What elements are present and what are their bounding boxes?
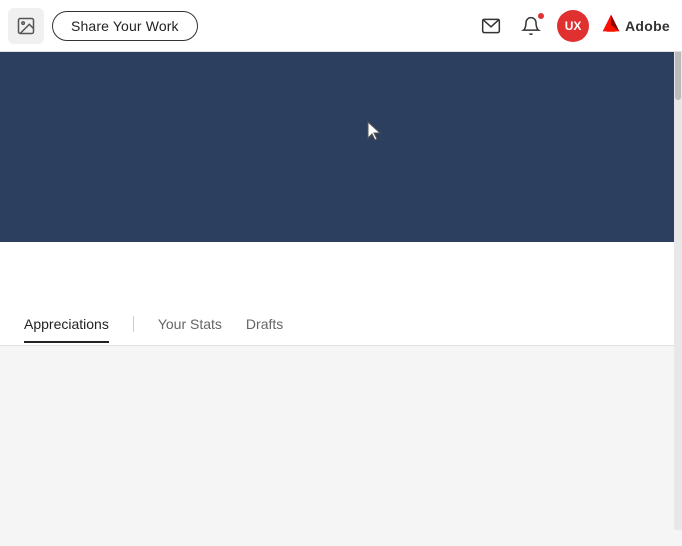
avatar[interactable]: UX [557,10,589,42]
tabs-container: Appreciations Your Stats Drafts [0,302,682,346]
app-header: Share Your Work UX [0,0,682,52]
adobe-logo[interactable]: Adobe [601,13,670,38]
header-left: Share Your Work [8,8,198,44]
header-right: UX Adobe [477,10,670,42]
adobe-svg-icon [601,13,621,33]
tab-drafts[interactable]: Drafts [246,306,283,342]
tab-appreciations[interactable]: Appreciations [24,306,109,342]
mail-button[interactable] [477,12,505,40]
hero-banner [0,52,682,242]
adobe-label: Adobe [625,18,670,34]
image-icon [16,16,36,36]
tab-your-stats[interactable]: Your Stats [158,306,222,342]
mail-icon [481,16,501,36]
image-icon-button[interactable] [8,8,44,44]
profile-info-area [0,242,682,302]
notification-wrapper [517,12,545,40]
avatar-initials: UX [565,19,582,33]
notification-badge [537,12,545,20]
content-area: Appreciations Your Stats Drafts [0,242,682,546]
tab-separator [133,316,134,332]
adobe-icon [601,13,621,38]
share-work-button[interactable]: Share Your Work [52,11,198,41]
cursor-pointer [364,120,384,144]
below-tabs-area [0,346,682,546]
scrollbar[interactable] [674,0,682,530]
